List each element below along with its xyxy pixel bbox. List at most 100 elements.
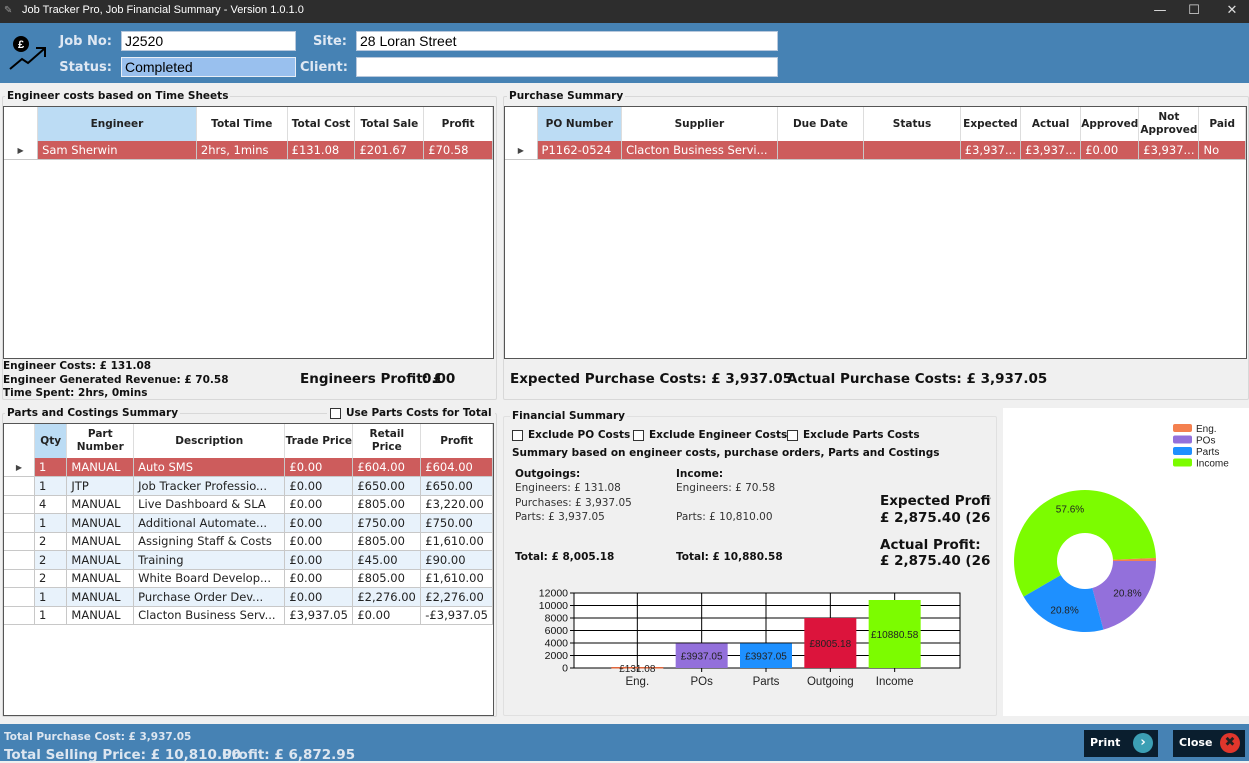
parts-grid-header: Qty Part Number Description Trade Price … [4, 424, 493, 458]
row-header[interactable] [4, 587, 35, 607]
col-expected[interactable]: Expected [960, 107, 1022, 141]
actual-profit-label: Actual Profit: [880, 537, 981, 553]
checkbox-box[interactable] [330, 407, 341, 419]
parts-grid[interactable]: Qty Part Number Description Trade Price … [3, 423, 494, 716]
cell-qty: 1 [34, 476, 68, 496]
col-trade-price[interactable]: Trade Price [284, 424, 354, 458]
table-row[interactable]: 2 MANUAL White Board Develop... £0.00 £805.0… [4, 569, 493, 588]
purchase-grid[interactable]: PO Number Supplier Due Date Status Expec… [504, 106, 1247, 359]
cell-trade-price: £0.00 [284, 476, 354, 496]
legend-label: Income [1196, 459, 1229, 470]
cell-engineer: Sam Sherwin [37, 141, 197, 160]
table-row[interactable]: 1 MANUAL Clacton Business Serv... £3,937.05… [4, 606, 493, 625]
col-part-number[interactable]: Part Number [66, 424, 135, 458]
row-header[interactable] [4, 569, 35, 588]
bar-data-label: £131.08 [619, 664, 656, 675]
bar-data-label: £3937.05 [745, 652, 787, 663]
exclude-po-checkbox[interactable]: Exclude PO Costs [512, 429, 630, 441]
checkbox-box[interactable] [633, 429, 644, 441]
table-row[interactable]: 1 MANUAL Purchase Order Dev... £0.00 £2,276.… [4, 587, 493, 607]
exclude-engineer-checkbox[interactable]: Exclude Engineer Costs [633, 429, 787, 441]
table-row[interactable]: 1 MANUAL Additional Automate... £0.00 £750.0… [4, 513, 493, 533]
cell-trade-price: £0.00 [284, 513, 354, 533]
row-header[interactable] [4, 532, 35, 551]
cell-profit: £70.58 [423, 141, 493, 160]
y-tick-label: 2000 [545, 650, 569, 662]
pie-chart: Eng.POsPartsIncome0.7%20.8%20.8%57.6% [1014, 424, 1229, 632]
summary-basis-note: Summary based on engineer costs, purchas… [512, 447, 940, 459]
chevron-right-icon: › [1133, 733, 1153, 753]
row-header[interactable] [4, 606, 35, 625]
cell-part-number: JTP [66, 476, 135, 496]
col-qty[interactable]: Qty [34, 424, 68, 458]
row-header[interactable] [4, 476, 35, 496]
bar-chart: 020004000600080001000012000 £131.08Eng. £3… [539, 588, 961, 688]
col-not-approved[interactable]: Not Approved [1138, 107, 1200, 141]
cell-description: Clacton Business Serv... [133, 606, 286, 625]
col-actual[interactable]: Actual [1020, 107, 1082, 141]
row-selector-icon[interactable]: ▶ [4, 141, 39, 160]
cell-qty: 1 [34, 606, 68, 625]
col-total-cost[interactable]: Total Cost [287, 107, 356, 141]
table-row[interactable]: ▶ P1162-0524 Clacton Business Servi... £… [505, 141, 1246, 160]
table-row[interactable]: ▶ 1 MANUAL Auto SMS £0.00 £604.00 £604.00 [4, 458, 493, 477]
col-profit[interactable]: Profit [423, 107, 493, 141]
close-label: Close [1179, 736, 1213, 749]
cell-description: Live Dashboard & SLA [133, 495, 286, 514]
cell-total-sale: £201.67 [354, 141, 425, 160]
col-due-date[interactable]: Due Date [777, 107, 865, 141]
col-status[interactable]: Status [863, 107, 961, 141]
row-header-corner [4, 424, 35, 458]
cell-profit: £1,610.00 [420, 532, 493, 551]
table-row[interactable]: 2 MANUAL Training £0.00 £45.00 £90.00 [4, 550, 493, 570]
client-field[interactable] [356, 57, 778, 77]
table-row[interactable]: ▶ Sam Sherwin 2hrs, 1mins £131.08 £201.6… [4, 141, 493, 160]
cell-profit: £3,220.00 [420, 495, 493, 514]
row-header[interactable] [4, 550, 35, 570]
checkbox-box[interactable] [787, 429, 798, 441]
print-button[interactable]: Print › [1084, 730, 1158, 757]
close-button[interactable]: Close ✖ [1173, 730, 1245, 757]
row-header-corner [505, 107, 538, 141]
y-tick-label: 10000 [539, 600, 568, 612]
table-row[interactable]: 1 JTP Job Tracker Professio... £0.00 £650.00… [4, 476, 493, 496]
y-tick-label: 12000 [539, 588, 568, 600]
site-field[interactable]: 28 Loran Street [356, 31, 778, 51]
cell-profit: £1,610.00 [420, 569, 493, 588]
row-header[interactable] [4, 495, 35, 514]
x-tick-label: POs [690, 676, 713, 688]
checkbox-box[interactable] [512, 429, 523, 441]
status-field[interactable]: Completed [121, 57, 296, 77]
col-total-time[interactable]: Total Time [196, 107, 288, 141]
table-row[interactable]: 4 MANUAL Live Dashboard & SLA £0.00 £805.00 £… [4, 495, 493, 514]
col-approved[interactable]: Approved [1080, 107, 1140, 141]
row-header[interactable] [4, 513, 35, 533]
exclude-parts-checkbox[interactable]: Exclude Parts Costs [787, 429, 920, 441]
engineer-costs-grid[interactable]: Engineer Total Time Total Cost Total Sal… [3, 106, 494, 359]
site-label: Site: [312, 34, 347, 49]
row-selector-icon[interactable]: ▶ [4, 458, 35, 477]
outgoings-total: Total: £ 8,005.18 [515, 551, 615, 563]
col-retail-price[interactable]: Retail Price [352, 424, 422, 458]
use-parts-costs-checkbox[interactable]: Use Parts Costs for Total [327, 407, 495, 419]
cell-description: Assigning Staff & Costs [133, 532, 286, 551]
status-label: Status: [59, 60, 112, 75]
col-profit[interactable]: Profit [420, 424, 493, 458]
job-no-field[interactable]: J2520 [121, 31, 296, 51]
cell-profit: -£3,937.05 [420, 606, 493, 625]
col-supplier[interactable]: Supplier [621, 107, 778, 141]
col-paid[interactable]: Paid [1198, 107, 1246, 141]
close-window-button[interactable]: ✕ [1212, 0, 1249, 23]
col-po-number[interactable]: PO Number [537, 107, 623, 141]
cell-trade-price: £0.00 [284, 532, 354, 551]
cell-expected: £3,937... [960, 141, 1022, 160]
col-engineer[interactable]: Engineer [37, 107, 197, 141]
table-row[interactable]: 2 MANUAL Assigning Staff & Costs £0.00 £805.… [4, 532, 493, 551]
row-selector-icon[interactable]: ▶ [505, 141, 538, 160]
expected-purchase-costs: Expected Purchase Costs: £ 3,937.05 [510, 371, 793, 387]
cell-part-number: MANUAL [66, 569, 135, 588]
maximize-button[interactable]: ☐ [1174, 0, 1214, 23]
col-total-sale[interactable]: Total Sale [354, 107, 425, 141]
col-description[interactable]: Description [133, 424, 286, 458]
cell-description: Additional Automate... [133, 513, 286, 533]
